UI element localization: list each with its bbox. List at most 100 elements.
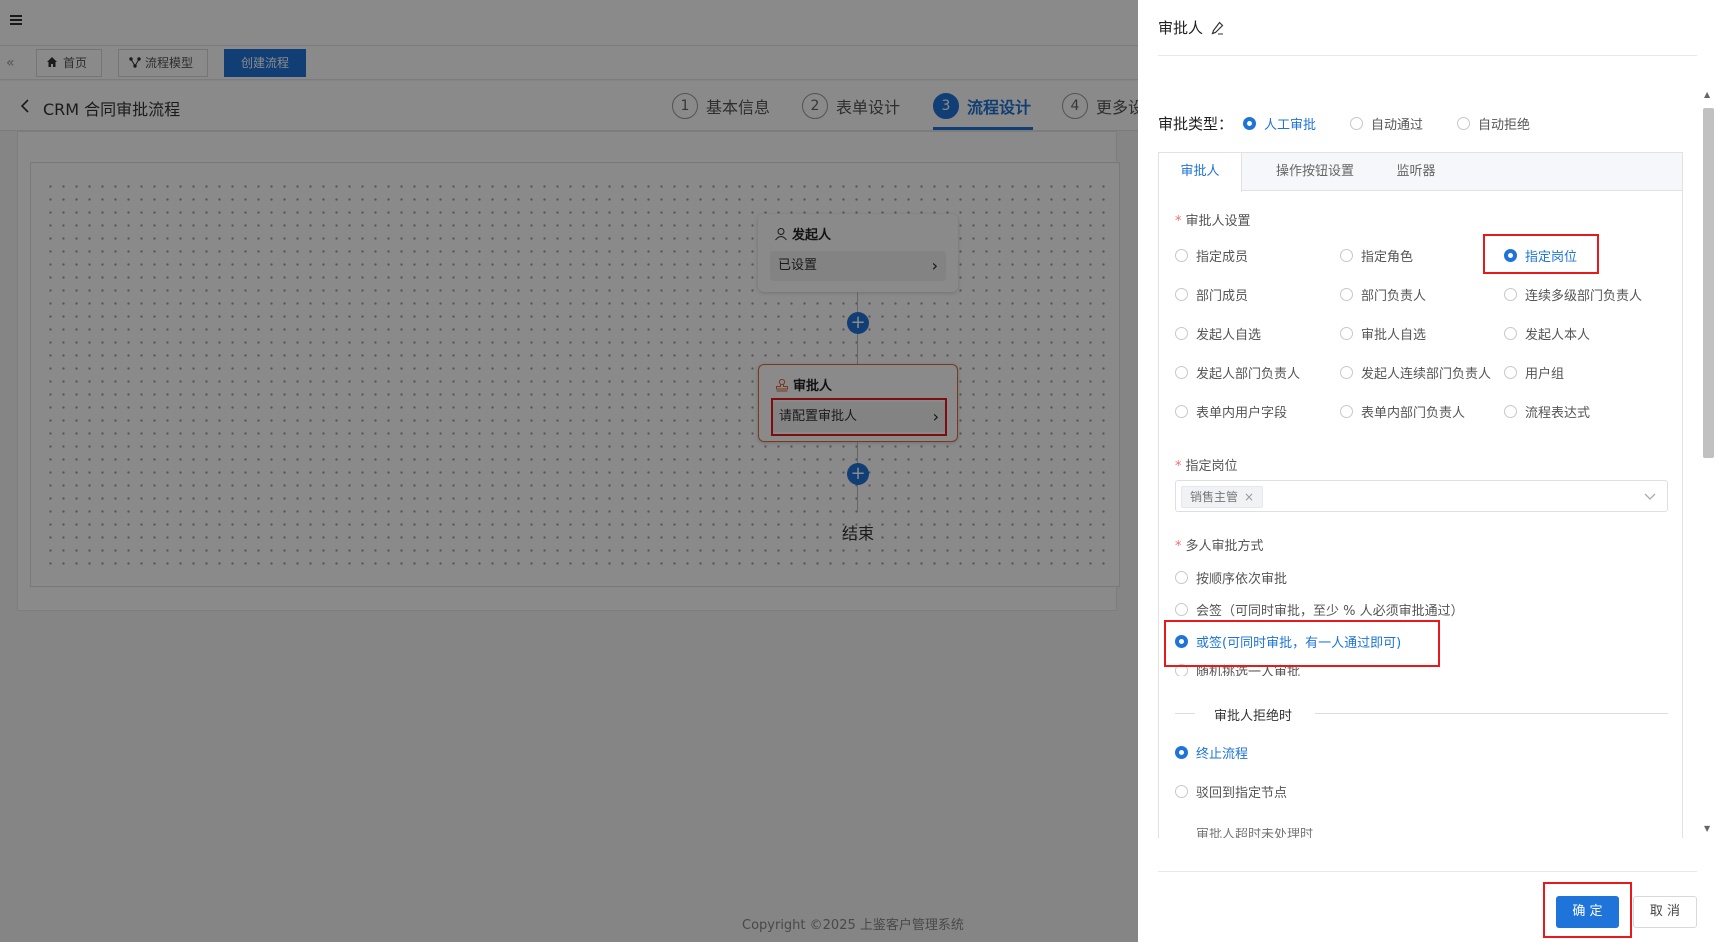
radio-label: 审批人自选 — [1361, 328, 1427, 343]
footer-divider — [1158, 871, 1697, 872]
drawer-scrollbar[interactable]: ▲ ▼ — [1700, 88, 1717, 840]
cut-off-text: 审批人超时未处理时 — [1196, 828, 1314, 838]
radio-circle — [1175, 571, 1188, 584]
radio-circle — [1340, 249, 1353, 262]
header-divider — [1158, 55, 1697, 56]
approver-settings-label-text: 审批人设置 — [1185, 214, 1251, 229]
radio-assign-role[interactable]: 指定角色 — [1340, 246, 1413, 266]
radio-label: 随机挑选一人审批 — [1196, 665, 1301, 676]
radio-label: 自动拒绝 — [1478, 118, 1531, 133]
radio-label: 发起人连续部门负责人 — [1361, 367, 1492, 382]
radio-circle — [1340, 366, 1353, 379]
edit-pencil-icon[interactable] — [1211, 21, 1224, 35]
radio-circle — [1243, 117, 1257, 130]
drawer-footer-area — [1140, 838, 1700, 871]
radio-assign-post[interactable]: 指定岗位 — [1504, 246, 1577, 266]
radio-circle — [1175, 635, 1188, 648]
radio-label: 表单内部门负责人 — [1361, 406, 1466, 421]
radio-sequential[interactable]: 按顺序依次审批 — [1175, 568, 1287, 588]
radio-or-sign[interactable]: 或签(可同时审批，有一人通过即可) — [1175, 632, 1401, 652]
post-tag-text: 销售主管 — [1190, 490, 1239, 504]
drawer-title-text: 审批人 — [1158, 19, 1204, 37]
radio-manual-approval[interactable]: 人工审批 — [1243, 114, 1316, 133]
post-select[interactable]: 销售主管 × — [1175, 480, 1668, 512]
cut-off-section-label: 审批人超时未处理时 — [1196, 828, 1356, 838]
tag-close-icon[interactable]: × — [1244, 490, 1254, 504]
radio-circle — [1175, 327, 1188, 340]
radio-circle — [1175, 785, 1188, 798]
radio-label: 发起人本人 — [1525, 328, 1591, 343]
radio-label: 终止流程 — [1196, 747, 1249, 762]
radio-label: 按顺序依次审批 — [1196, 572, 1288, 587]
radio-circle — [1175, 249, 1188, 262]
radio-initiator-self[interactable]: 发起人本人 — [1504, 324, 1590, 344]
tab-listeners[interactable]: 监听器 — [1381, 153, 1451, 191]
post-tag: 销售主管 × — [1181, 486, 1264, 508]
radio-circle — [1175, 366, 1188, 379]
radio-user-group[interactable]: 用户组 — [1504, 363, 1564, 383]
scroll-down-arrow-icon[interactable]: ▼ — [1704, 824, 1710, 833]
radio-label: 表单内用户字段 — [1196, 406, 1288, 421]
divider-line — [1175, 713, 1195, 714]
radio-label: 连续多级部门负责人 — [1525, 289, 1643, 304]
radio-label: 驳回到指定节点 — [1196, 786, 1288, 801]
radio-countersign[interactable]: 会签（可同时审批，至少 % 人必须审批通过） — [1175, 600, 1464, 620]
radio-circle — [1504, 405, 1517, 418]
cancel-button[interactable]: 取 消 — [1633, 896, 1697, 928]
radio-circle — [1340, 288, 1353, 301]
chevron-down-icon[interactable] — [1643, 489, 1657, 503]
tabs-header: 审批人 操作按钮设置 监听器 — [1159, 153, 1682, 192]
radio-label: 流程表达式 — [1525, 406, 1591, 421]
radio-initiator-choose[interactable]: 发起人自选 — [1175, 324, 1261, 344]
radio-form-dept-leader[interactable]: 表单内部门负责人 — [1340, 402, 1465, 422]
radio-circle — [1504, 327, 1517, 340]
radio-auto-reject[interactable]: 自动拒绝 — [1457, 114, 1530, 133]
radio-circle — [1340, 405, 1353, 418]
post-label-text: 指定岗位 — [1185, 459, 1238, 474]
radio-approver-choose[interactable]: 审批人自选 — [1340, 324, 1426, 344]
radio-circle — [1504, 288, 1517, 301]
divider-line — [1315, 713, 1668, 714]
radio-circle — [1350, 117, 1364, 130]
radio-circle — [1504, 249, 1517, 262]
multi-approval-label-text: 多人审批方式 — [1185, 539, 1264, 554]
tab-approver[interactable]: 审批人 — [1159, 153, 1242, 192]
radio-label: 或签(可同时审批，有一人通过即可) — [1196, 636, 1402, 651]
approval-type-label: 审批类型： — [1158, 115, 1234, 133]
radio-circle — [1175, 405, 1188, 418]
radio-assign-member[interactable]: 指定成员 — [1175, 246, 1248, 266]
radio-label: 人工审批 — [1264, 118, 1317, 133]
radio-auto-pass[interactable]: 自动通过 — [1350, 114, 1423, 133]
radio-circle — [1457, 117, 1471, 130]
radio-label: 指定成员 — [1196, 250, 1249, 265]
radio-label: 部门成员 — [1196, 289, 1249, 304]
radio-initiator-multi-dept-leader[interactable]: 发起人连续部门负责人 — [1340, 363, 1491, 383]
radio-label: 指定岗位 — [1525, 250, 1578, 265]
scroll-up-arrow-icon[interactable]: ▲ — [1704, 90, 1710, 99]
radio-label: 自动通过 — [1371, 118, 1424, 133]
radio-label: 指定角色 — [1361, 250, 1414, 265]
radio-random-one[interactable]: 随机挑选一人审批 — [1175, 662, 1300, 676]
radio-process-expression[interactable]: 流程表达式 — [1504, 402, 1590, 422]
radio-initiator-dept-leader[interactable]: 发起人部门负责人 — [1175, 363, 1300, 383]
multi-approval-label: * 多人审批方式 — [1175, 539, 1264, 554]
radio-terminate-process[interactable]: 终止流程 — [1175, 743, 1248, 763]
radio-circle — [1175, 288, 1188, 301]
tab-action-buttons[interactable]: 操作按钮设置 — [1255, 153, 1375, 191]
radio-circle — [1504, 366, 1517, 379]
drawer-title: 审批人 — [1158, 17, 1224, 38]
post-label: * 指定岗位 — [1175, 459, 1238, 474]
reject-divider-text: 审批人拒绝时 — [1214, 709, 1293, 724]
radio-label: 会签（可同时审批，至少 % 人必须审批通过） — [1196, 604, 1464, 619]
radio-dept-member[interactable]: 部门成员 — [1175, 285, 1248, 305]
radio-label: 发起人部门负责人 — [1196, 367, 1301, 382]
radio-return-to-node[interactable]: 驳回到指定节点 — [1175, 782, 1287, 802]
radio-form-user-field[interactable]: 表单内用户字段 — [1175, 402, 1287, 422]
radio-multi-level-dept-leader[interactable]: 连续多级部门负责人 — [1504, 285, 1642, 305]
scrollbar-thumb[interactable] — [1703, 108, 1714, 458]
confirm-button[interactable]: 确 定 — [1556, 896, 1619, 928]
radio-label: 部门负责人 — [1361, 289, 1427, 304]
radio-dept-leader[interactable]: 部门负责人 — [1340, 285, 1426, 305]
radio-label: 用户组 — [1525, 367, 1565, 382]
radio-circle — [1175, 664, 1188, 676]
